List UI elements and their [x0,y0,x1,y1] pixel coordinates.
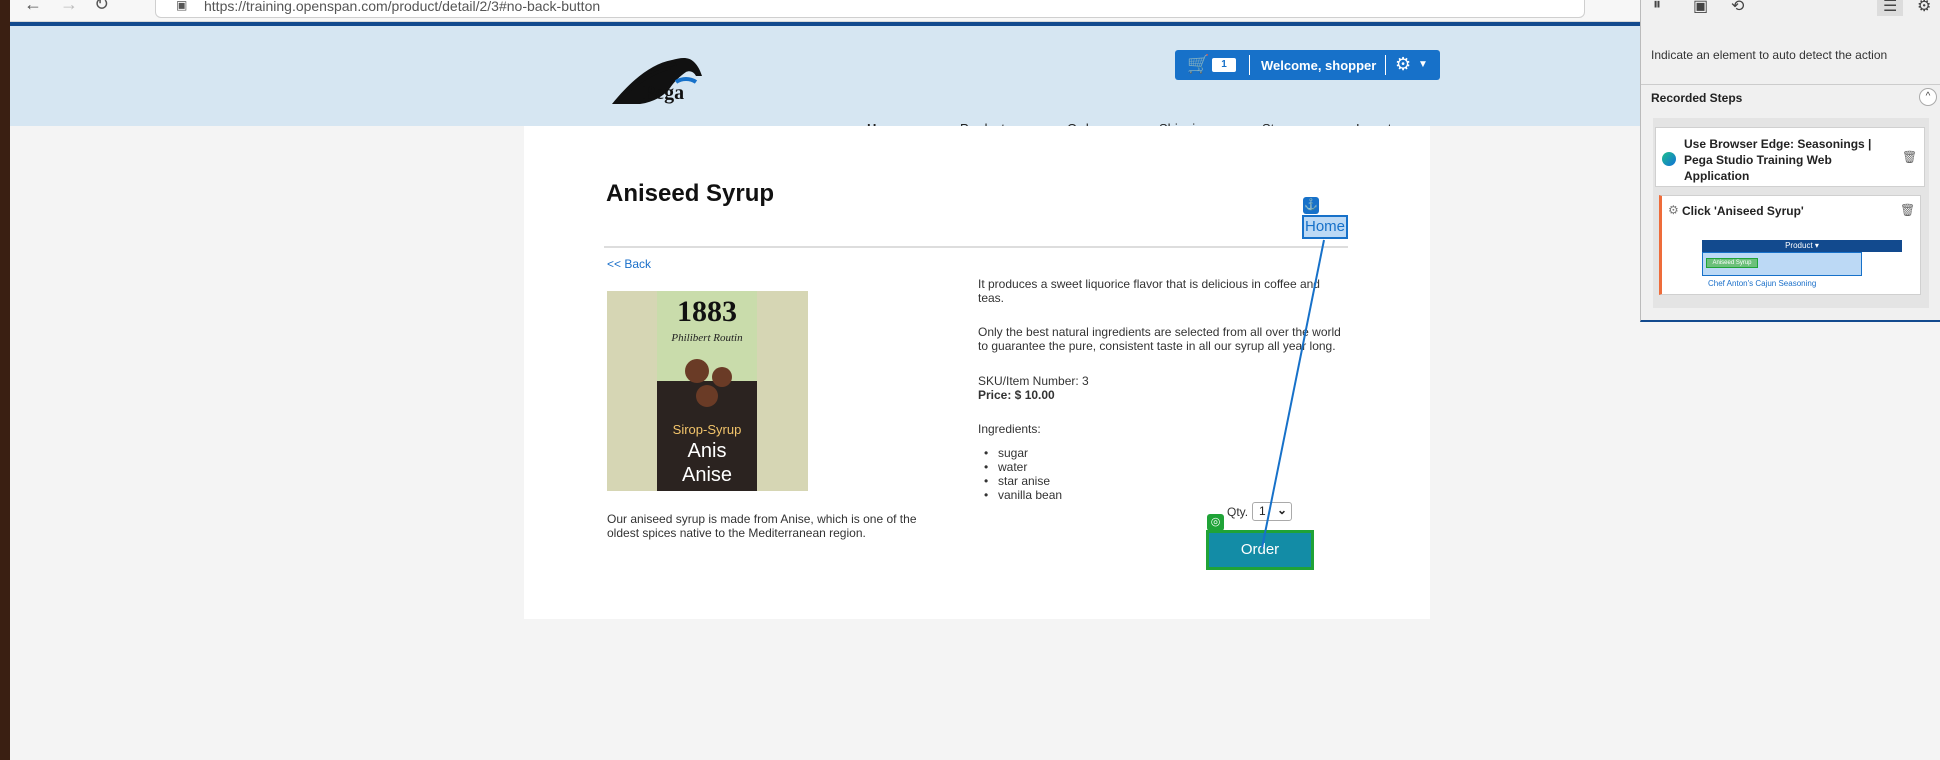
image-year: 1883 [677,295,737,328]
sku-text: SKU/Item Number: 3 [978,374,1089,388]
qty-label: Qty. [1227,505,1249,519]
product-description-2: Only the best natural ingredients are se… [978,325,1341,353]
logo-text: Pega [643,82,685,104]
refresh-icon[interactable]: ↻ [94,0,109,15]
steps-list-icon[interactable]: ☰ [1877,0,1904,16]
back-arrow-icon[interactable]: ← [24,0,42,15]
divider [1249,55,1250,75]
user-bar: 🛒 1 Welcome, shopper ⚙ ▼ [1175,50,1440,80]
address-bar[interactable]: ▣ https://training.openspan.com/product/… [155,0,1585,18]
list-item: star anise [984,474,1062,488]
save-icon[interactable]: ▣ [1693,0,1708,16]
image-line2: Anis [688,440,727,462]
forward-arrow-icon[interactable]: → [60,0,78,15]
recorder-hint: Indicate an element to auto detect the a… [1651,48,1888,62]
back-link[interactable]: << Back [607,257,651,271]
url-text: https://training.openspan.com/product/de… [204,0,601,14]
recorder-panel: ⏸ ▣ ⟲ ☰ ⚙ Indicate an element to auto de… [1640,0,1940,322]
edge-browser-icon [1662,152,1676,166]
caret-down-icon[interactable]: ▼ [1418,59,1428,70]
settings-icon[interactable]: ⚙ [1917,0,1931,16]
price-text: Price: $ 10.00 [978,388,1055,402]
thumb-header: Product ▾ [1702,240,1902,252]
image-line3: Anise [682,464,732,486]
recorded-step[interactable]: Use Browser Edge: Seasonings | Pega Stud… [1655,127,1925,187]
recorded-step-selected[interactable]: ⚙ Click 'Aniseed Syrup' 🗑 Product ▾ Anis… [1659,195,1921,295]
trash-icon[interactable]: 🗑 [1902,150,1917,164]
desktop-edge [0,0,10,760]
gear-icon[interactable]: ⚙ [1395,54,1411,75]
ingredients-list: sugar water star anise vanilla bean [984,446,1062,502]
ingredients-label: Ingredients: [978,422,1041,436]
thumb-target: Aniseed Syrup [1706,258,1758,268]
list-item: water [984,460,1062,474]
step-label: Click 'Aniseed Syrup' [1682,204,1804,218]
browser-toolbar: ← → ↻ ▣ https://training.openspan.com/pr… [10,0,1640,22]
welcome-text[interactable]: Welcome, shopper [1261,58,1376,73]
recorded-steps-header: Recorded Steps [1651,91,1743,105]
divider [1385,55,1386,75]
refresh-capture-icon[interactable]: ⟲ [1731,0,1744,16]
lock-icon: ▣ [176,0,188,12]
cart-count-badge: 1 [1212,58,1236,72]
pause-icon[interactable]: ⏸ [1653,0,1661,14]
thumb-link: Chef Anton's Cajun Seasoning [1708,279,1817,288]
page-title: Aniseed Syrup [606,180,775,207]
target-icon: ◎ [1207,514,1224,531]
step-label: Use Browser Edge: Seasonings | Pega Stud… [1684,137,1872,183]
image-brand: Philibert Routin [670,332,743,344]
divider [1641,84,1940,85]
qty-select[interactable]: 1 ⌄ [1252,502,1292,521]
list-item: sugar [984,446,1062,460]
anchor-icon: ⚓ [1303,197,1319,214]
product-description-1: It produces a sweet liquorice flavor tha… [978,277,1320,305]
product-description-left: Our aniseed syrup is made from Anise, wh… [607,512,917,540]
product-image: 1883 Philibert Routin Sirop-Syrup Anis A… [607,291,808,491]
order-button[interactable]: Order [1209,533,1311,567]
cart-icon[interactable]: 🛒 [1187,54,1209,75]
click-action-icon: ⚙ [1668,203,1679,217]
home-anchor-highlight: Home [1302,215,1348,239]
chevron-down-icon: ⌄ [1276,503,1287,517]
step-thumbnail: Product ▾ Aniseed Syrup Chef Anton's Caj… [1702,240,1902,290]
collapse-icon[interactable]: ^ [1919,88,1937,106]
list-item: vanilla bean [984,488,1062,502]
title-divider [604,246,1348,248]
site-header: Pega 🛒 1 Welcome, shopper ⚙ ▼ Home Produ… [10,22,1640,136]
trash-icon[interactable]: 🗑 [1900,203,1915,217]
qty-value: 1 [1259,504,1266,518]
image-line1: Sirop-Syrup [673,422,742,437]
